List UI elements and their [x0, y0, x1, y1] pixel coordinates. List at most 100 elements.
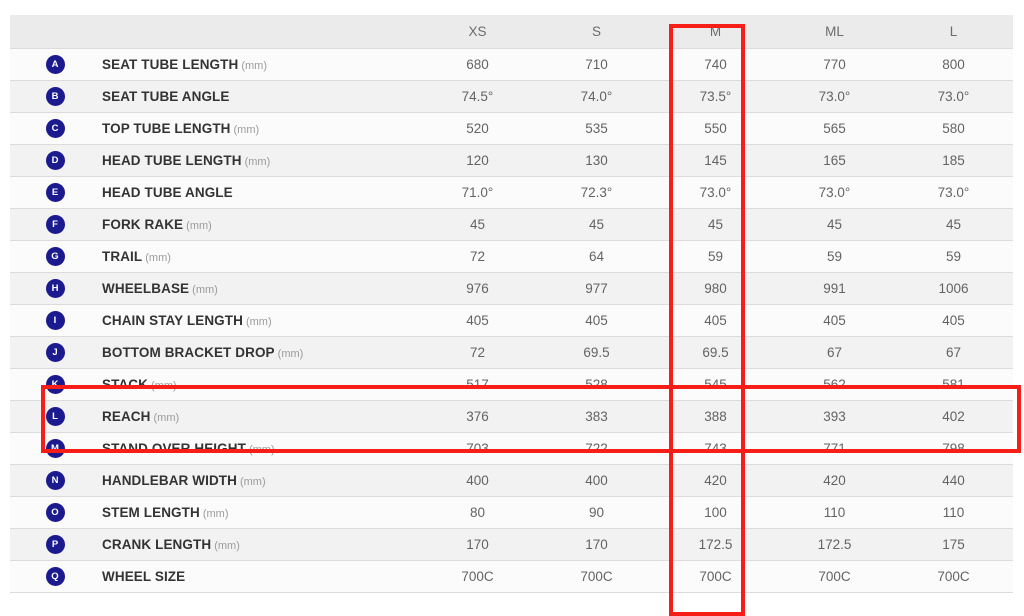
cell-ml: 405	[775, 304, 894, 337]
row-label-cell: CHAIN STAY LENGTH (mm)	[100, 304, 418, 337]
measurement-label: STACK	[102, 377, 148, 392]
row-label-cell: STACK (mm)	[100, 368, 418, 401]
table-header: XS S M ML L	[10, 15, 1013, 49]
table-row: O STEM LENGTH (mm) 80 90 100 110 110	[10, 496, 1013, 529]
cell-s: 45	[537, 208, 656, 241]
cell-m: 145	[656, 144, 775, 177]
row-badge-cell: C	[10, 112, 100, 145]
cell-ml: 73.0°	[775, 176, 894, 209]
cell-l: 45	[894, 208, 1013, 241]
header-row: XS S M ML L	[10, 15, 1013, 49]
cell-xs: 680	[418, 48, 537, 81]
cell-s: 405	[537, 304, 656, 337]
table-row: H WHEELBASE (mm) 976 977 980 991 1006	[10, 272, 1013, 305]
table-row: J BOTTOM BRACKET DROP (mm) 72 69.5 69.5 67 67	[10, 336, 1013, 369]
column-header-m[interactable]: M	[656, 15, 775, 49]
cell-ml: 165	[775, 144, 894, 177]
row-badge-d: D	[45, 151, 65, 170]
row-badge-cell: L	[10, 400, 100, 433]
cell-ml: 991	[775, 272, 894, 305]
row-badge-cell: M	[10, 432, 100, 465]
row-badge-b: B	[45, 87, 65, 106]
measurement-unit: (mm)	[239, 476, 266, 488]
table-body: A SEAT TUBE LENGTH (mm) 680 710 740 770 800 B SEA…	[10, 48, 1013, 593]
row-badge-cell: N	[10, 464, 100, 497]
measurement-unit: (mm)	[277, 348, 304, 360]
cell-s: 74.0°	[537, 80, 656, 113]
cell-s: 69.5	[537, 336, 656, 369]
cell-m: 420	[656, 464, 775, 497]
column-header-s[interactable]: S	[537, 15, 656, 49]
table-row: G TRAIL (mm) 72 64 59 59 59	[10, 240, 1013, 273]
row-badge-m: M	[45, 439, 65, 458]
column-header-xs[interactable]: XS	[418, 15, 537, 49]
row-badge-o: O	[45, 503, 65, 522]
table-row: I CHAIN STAY LENGTH (mm) 405 405 405 405 405	[10, 304, 1013, 337]
cell-xs: 400	[418, 464, 537, 497]
row-badge-cell: I	[10, 304, 100, 337]
bicycle-geometry-table: XS S M ML L A SEAT TUBE LENGTH (mm) 680 710 7…	[10, 15, 1013, 593]
row-badge-cell: F	[10, 208, 100, 241]
row-badge-cell: B	[10, 80, 100, 113]
measurement-label: TRAIL	[102, 249, 143, 264]
cell-ml: 420	[775, 464, 894, 497]
row-label-cell: HEAD TUBE ANGLE	[100, 176, 418, 209]
measurement-label: WHEEL SIZE	[102, 569, 186, 584]
measurement-unit: (mm)	[145, 252, 171, 264]
row-label-cell: WHEELBASE (mm)	[100, 272, 418, 305]
column-header-l[interactable]: L	[894, 15, 1013, 49]
cell-xs: 45	[418, 208, 537, 241]
row-badge-cell: P	[10, 528, 100, 561]
row-label-cell: TRAIL (mm)	[100, 240, 418, 273]
row-badge-p: P	[45, 535, 65, 554]
cell-m: 45	[656, 208, 775, 241]
cell-l: 67	[894, 336, 1013, 369]
row-label-cell: SEAT TUBE LENGTH (mm)	[100, 48, 418, 81]
table-row: K STACK (mm) 517 528 545 562 581	[10, 368, 1013, 401]
cell-ml: 110	[775, 496, 894, 529]
cell-ml: 770	[775, 48, 894, 81]
measurement-label: BOTTOM BRACKET DROP	[102, 345, 275, 360]
measurement-label: WHEELBASE	[102, 281, 190, 296]
cell-xs: 72	[418, 336, 537, 369]
measurement-label: FORK RAKE	[102, 217, 184, 232]
row-badge-f: F	[45, 215, 65, 234]
table-row: P CRANK LENGTH (mm) 170 170 172.5 172.5 175	[10, 528, 1013, 561]
cell-l: 402	[894, 400, 1013, 433]
row-label-cell: STEM LENGTH (mm)	[100, 496, 418, 529]
cell-s: 90	[537, 496, 656, 529]
column-header-ml[interactable]: ML	[775, 15, 894, 49]
row-badge-n: N	[45, 471, 65, 490]
cell-s: 170	[537, 528, 656, 561]
table-row: A SEAT TUBE LENGTH (mm) 680 710 740 770 800	[10, 48, 1013, 81]
cell-xs: 71.0°	[418, 176, 537, 209]
cell-s: 400	[537, 464, 656, 497]
cell-s: 383	[537, 400, 656, 433]
measurement-label: STAND OVER HEIGHT	[102, 441, 246, 456]
cell-xs: 170	[418, 528, 537, 561]
table-row: Q WHEEL SIZE 700C 700C 700C 700C 700C	[10, 560, 1013, 593]
cell-s: 64	[537, 240, 656, 273]
cell-m: 73.5°	[656, 80, 775, 113]
measurement-label: SEAT TUBE ANGLE	[102, 89, 230, 104]
measurement-label: SEAT TUBE LENGTH	[102, 57, 239, 72]
cell-l: 59	[894, 240, 1013, 273]
measurement-label: CHAIN STAY LENGTH	[102, 313, 243, 328]
cell-m: 550	[656, 112, 775, 145]
table-row: F FORK RAKE (mm) 45 45 45 45 45	[10, 208, 1013, 241]
row-label-cell: SEAT TUBE ANGLE	[100, 80, 418, 113]
measurement-unit: (mm)	[151, 380, 177, 392]
measurement-unit: (mm)	[153, 412, 180, 424]
row-badge-cell: O	[10, 496, 100, 529]
row-badge-cell: K	[10, 368, 100, 401]
cell-ml: 562	[775, 368, 894, 401]
measurement-label: STEM LENGTH	[102, 505, 200, 520]
header-badge-corner	[10, 15, 100, 49]
cell-l: 73.0°	[894, 176, 1013, 209]
row-badge-g: G	[45, 247, 65, 266]
cell-ml: 393	[775, 400, 894, 433]
measurement-unit: (mm)	[202, 508, 229, 520]
row-label-cell: CRANK LENGTH (mm)	[100, 528, 418, 561]
cell-m: 740	[656, 48, 775, 81]
geometry-table-container: XS S M ML L A SEAT TUBE LENGTH (mm) 680 710 7…	[10, 15, 1021, 616]
